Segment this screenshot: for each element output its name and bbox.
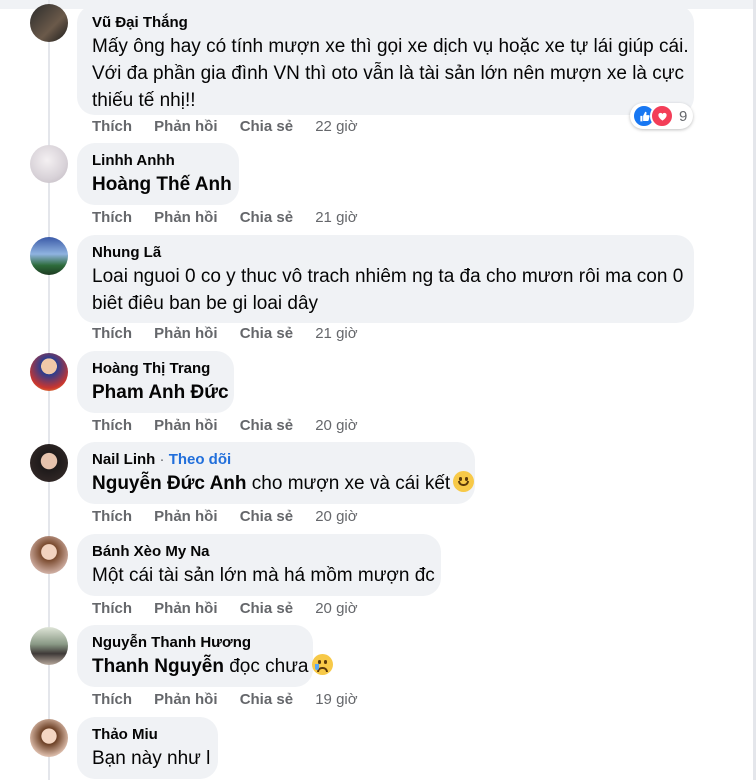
comment-actions: Thích Phản hồi Chia sẻ 20 giờ xyxy=(92,508,376,525)
share-button[interactable]: Chia sẻ xyxy=(240,417,293,434)
comment-actions: Thích Phản hồi Chia sẻ 21 giờ xyxy=(92,209,376,226)
timestamp[interactable]: 19 giờ xyxy=(315,691,357,708)
mention-link[interactable]: Hoàng Thế Anh xyxy=(92,174,232,195)
comment-bubble: Nhung Lã Loai nguoi 0 co y thuc vô trach… xyxy=(77,235,694,323)
mention-link[interactable]: Pham Anh Đức xyxy=(92,382,229,403)
share-button[interactable]: Chia sẻ xyxy=(240,118,293,135)
comment-author[interactable]: Nail Linh xyxy=(92,451,155,468)
comment-bubble: Linhh Anhh Hoàng Thế Anh xyxy=(77,143,239,205)
comment-text-line: Mấy ông hay có tính mượn xe thì gọi xe d… xyxy=(92,36,689,57)
reply-button[interactable]: Phản hồi xyxy=(154,209,217,226)
comment-text-line: Với đa phần gia đình VN thì oto vẫn là t… xyxy=(92,63,684,84)
share-button[interactable]: Chia sẻ xyxy=(240,508,293,525)
comment-bubble: Nail Linh · Theo dõi Nguyễn Đức Anh cho … xyxy=(77,442,475,504)
share-button[interactable]: Chia sẻ xyxy=(240,691,293,708)
reaction-summary[interactable]: 9 xyxy=(630,103,694,129)
avatar[interactable] xyxy=(30,536,68,574)
comment-text: Một cái tài sản lớn mà há mồm mượn đc xyxy=(92,565,435,586)
comment-bubble: Nguyễn Thanh Hương Thanh Nguyễn đọc chưa xyxy=(77,625,333,687)
comment-actions: Thích Phản hồi Chia sẻ 22 giờ xyxy=(92,118,376,135)
comment-actions: Thích Phản hồi Chia sẻ 20 giờ xyxy=(92,417,376,434)
like-button[interactable]: Thích xyxy=(92,691,132,708)
comment-actions: Thích Phản hồi Chia sẻ 20 giờ xyxy=(92,600,376,617)
like-button[interactable]: Thích xyxy=(92,600,132,617)
comment-author[interactable]: Thảo Miu xyxy=(92,725,203,745)
follow-button[interactable]: Theo dõi xyxy=(169,451,232,468)
timestamp[interactable]: 22 giờ xyxy=(315,118,357,135)
like-button[interactable]: Thích xyxy=(92,118,132,135)
comment-bubble: Bánh Xèo My Na Một cái tài sản lớn mà há… xyxy=(77,534,441,596)
avatar[interactable] xyxy=(30,719,68,757)
reply-button[interactable]: Phản hồi xyxy=(154,600,217,617)
reply-button[interactable]: Phản hồi xyxy=(154,508,217,525)
share-button[interactable]: Chia sẻ xyxy=(240,600,293,617)
comment-author[interactable]: Linhh Anhh xyxy=(92,151,224,171)
comment-text: đọc chưa xyxy=(229,656,309,677)
reply-button[interactable]: Phản hồi xyxy=(154,325,217,342)
comment-bubble: Vũ Đại Thắng Mấy ông hay có tính mượn xe… xyxy=(77,5,694,115)
avatar[interactable] xyxy=(30,4,68,42)
like-button[interactable]: Thích xyxy=(92,508,132,525)
avatar[interactable] xyxy=(30,145,68,183)
separator-dot: · xyxy=(159,451,165,468)
timestamp[interactable]: 20 giờ xyxy=(315,417,357,434)
grinning-face-emoji xyxy=(453,471,475,492)
timestamp[interactable]: 20 giờ xyxy=(315,508,357,525)
mention-link[interactable]: Nguyễn Đức Anh xyxy=(92,473,247,494)
comment-bubble: Thảo Miu Bạn này như l xyxy=(77,717,218,779)
comment-author[interactable]: Vũ Đại Thắng xyxy=(92,13,679,33)
comment-bubble: Hoàng Thị Trang Pham Anh Đức xyxy=(77,351,234,413)
reply-button[interactable]: Phản hồi xyxy=(154,118,217,135)
timestamp[interactable]: 21 giờ xyxy=(315,209,357,226)
comment-text-line: biêt điêu ban be gi loai dây xyxy=(92,293,319,314)
timestamp[interactable]: 21 giờ xyxy=(315,325,357,342)
like-button[interactable]: Thích xyxy=(92,325,132,342)
comment-text: Bạn này như l xyxy=(92,748,211,769)
comment-text-line: Loai nguoi 0 co y thuc vô trach nhiêm ng… xyxy=(92,266,684,287)
comment-text: cho mượn xe và cái kết xyxy=(251,473,451,494)
share-button[interactable]: Chia sẻ xyxy=(240,325,293,342)
avatar[interactable] xyxy=(30,237,68,275)
comment-author[interactable]: Nhung Lã xyxy=(92,243,679,263)
comment-author[interactable]: Bánh Xèo My Na xyxy=(92,542,426,562)
comment-author[interactable]: Hoàng Thị Trang xyxy=(92,359,219,379)
like-button[interactable]: Thích xyxy=(92,209,132,226)
love-icon xyxy=(650,104,674,128)
comment-actions: Thích Phản hồi Chia sẻ 19 giờ xyxy=(92,691,376,708)
reply-button[interactable]: Phản hồi xyxy=(154,417,217,434)
mention-link[interactable]: Thanh Nguyễn xyxy=(92,656,224,677)
timestamp[interactable]: 20 giờ xyxy=(315,600,357,617)
comment-text-line: thiếu tế nhị!! xyxy=(92,90,196,111)
share-button[interactable]: Chia sẻ xyxy=(240,209,293,226)
avatar[interactable] xyxy=(30,444,68,482)
like-button[interactable]: Thích xyxy=(92,417,132,434)
comment-actions: Thích Phản hồi Chia sẻ 21 giờ xyxy=(92,325,376,342)
comment-author[interactable]: Nguyễn Thanh Hương xyxy=(92,633,298,653)
reply-button[interactable]: Phản hồi xyxy=(154,691,217,708)
reaction-count: 9 xyxy=(679,107,688,125)
avatar[interactable] xyxy=(30,353,68,391)
avatar[interactable] xyxy=(30,627,68,665)
sad-tear-face-emoji xyxy=(311,654,333,675)
